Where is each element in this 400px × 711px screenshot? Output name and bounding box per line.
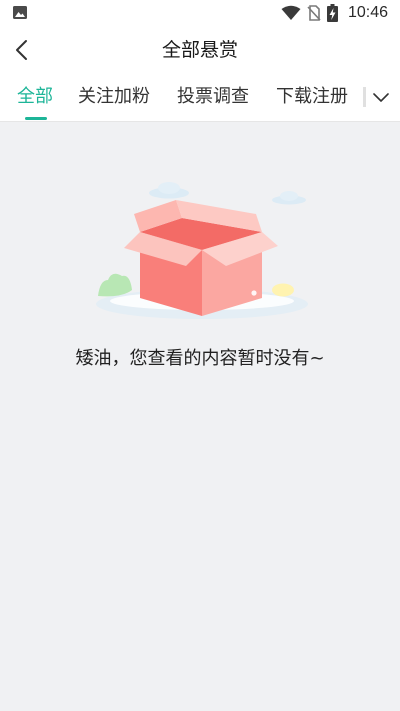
page-title: 全部悬赏 — [161, 39, 238, 61]
tab-vote-survey[interactable]: 投票调查 — [177, 82, 249, 112]
image-icon — [13, 6, 27, 19]
status-icons: 10:46 — [281, 3, 388, 23]
more-tabs-button[interactable] — [368, 84, 394, 110]
app-header: 10:46 全部悬赏 全部 关注加粉 投票调查 下载注册 — [0, 0, 400, 122]
tab-follow-fans[interactable]: 关注加粉 — [78, 82, 150, 112]
category-tabs: 全部 关注加粉 投票调查 下载注册 — [0, 74, 400, 121]
status-bar: 10:46 — [0, 0, 400, 26]
no-sim-icon — [307, 5, 321, 21]
tab-divider — [363, 87, 366, 107]
open-box-illustration — [96, 182, 308, 319]
tab-download-register[interactable]: 下载注册 — [276, 82, 348, 112]
chevron-left-icon — [16, 40, 27, 60]
title-bar: 全部悬赏 — [0, 26, 400, 74]
battery-charging-icon — [326, 4, 338, 22]
chevron-down-icon — [373, 93, 389, 102]
active-tab-indicator — [25, 117, 47, 120]
back-button[interactable] — [6, 34, 38, 66]
tab-all[interactable]: 全部 — [17, 82, 53, 112]
wifi-icon — [281, 5, 301, 20]
empty-state-message: 矮油，您查看的内容暂时没有~ — [75, 348, 325, 369]
status-time: 10:46 — [347, 4, 388, 21]
